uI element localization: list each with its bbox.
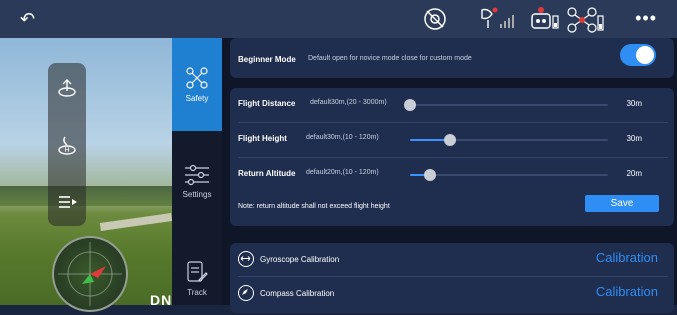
top-bar: ↶ ••• — [0, 0, 677, 38]
flight-distance-value: 30m — [626, 99, 642, 108]
flight-height-value: 30m — [626, 134, 642, 143]
return-altitude-hint: default20m,(10 - 120m) — [306, 169, 379, 176]
playlist-icon[interactable] — [48, 187, 86, 217]
beginner-mode-row: Beginner Mode Default open for novice mo… — [230, 44, 674, 78]
treeline — [0, 186, 172, 206]
beginner-mode-toggle[interactable] — [620, 44, 656, 66]
toggle-knob — [636, 46, 654, 64]
beginner-mode-hint: Default open for novice mode close for c… — [308, 55, 472, 62]
gyroscope-icon — [238, 251, 254, 267]
save-button[interactable]: Save — [585, 195, 659, 212]
gyroscope-calibration-row: Gyroscope Calibration Calibration — [230, 243, 674, 277]
gyroscope-calibration-button[interactable]: Calibration — [596, 250, 658, 265]
tab-track[interactable]: Track — [172, 251, 222, 305]
tab-safety-label: Safety — [185, 94, 209, 103]
beginner-mode-label: Beginner Mode — [238, 55, 296, 64]
flight-distance-hint: default30m,(20 - 3000m) — [310, 99, 387, 106]
return-altitude-row: Return Altitude default20m,(10 - 120m) 2… — [230, 158, 674, 192]
flight-height-label: Flight Height — [238, 134, 287, 143]
svg-text:H: H — [64, 147, 69, 154]
slider-knob[interactable] — [423, 169, 436, 181]
flight-tool-panel: H — [48, 63, 86, 226]
road — [99, 213, 172, 231]
flight-height-row: Flight Height default30m,(10 - 120m) 30m — [230, 123, 674, 157]
radar-compass — [52, 236, 128, 312]
tab-safety[interactable]: Safety — [172, 38, 222, 131]
osd-text: DN — [150, 292, 172, 305]
robot-battery-icon — [531, 7, 559, 29]
compass-calibration-button[interactable]: Calibration — [596, 284, 658, 299]
gimbal-off-icon[interactable] — [422, 6, 448, 32]
signal-icon — [481, 7, 514, 28]
flight-distance-slider[interactable] — [404, 99, 608, 111]
gyroscope-calibration-label: Gyroscope Calibration — [260, 255, 340, 264]
sliders-icon — [185, 164, 209, 185]
return-altitude-slider[interactable] — [410, 169, 608, 181]
slider-knob[interactable] — [404, 99, 416, 111]
more-menu-icon[interactable]: ••• — [635, 8, 657, 29]
beginner-mode-card: Beginner Mode Default open for novice mo… — [230, 38, 674, 78]
return-altitude-label: Return Altitude — [238, 169, 296, 178]
tab-settings[interactable]: Settings — [172, 156, 222, 206]
flight-height-slider[interactable] — [410, 134, 608, 146]
slider-knob[interactable] — [443, 134, 456, 146]
track-doc-icon — [187, 260, 208, 282]
back-arrow-icon[interactable]: ↶ — [20, 9, 35, 30]
takeoff-icon[interactable] — [48, 73, 86, 103]
tab-track-label: Track — [187, 287, 207, 297]
flight-height-hint: default30m,(10 - 120m) — [306, 134, 379, 141]
return-home-icon[interactable]: H — [48, 131, 86, 161]
compass-icon — [238, 285, 254, 301]
flight-distance-row: Flight Distance default30m,(20 - 3000m) … — [230, 88, 674, 122]
return-altitude-value: 20m — [626, 169, 642, 178]
altitude-note: Note: return altitude shall not exceed f… — [238, 203, 390, 210]
drone-battery-icon — [567, 7, 604, 33]
tab-settings-label: Settings — [182, 189, 212, 199]
compass-calibration-row: Compass Calibration Calibration — [230, 277, 674, 311]
compass-calibration-label: Compass Calibration — [260, 289, 335, 298]
drone-icon — [186, 67, 208, 89]
settings-tabs: Safety Settings Track — [172, 38, 222, 305]
flight-distance-label: Flight Distance — [238, 99, 296, 108]
